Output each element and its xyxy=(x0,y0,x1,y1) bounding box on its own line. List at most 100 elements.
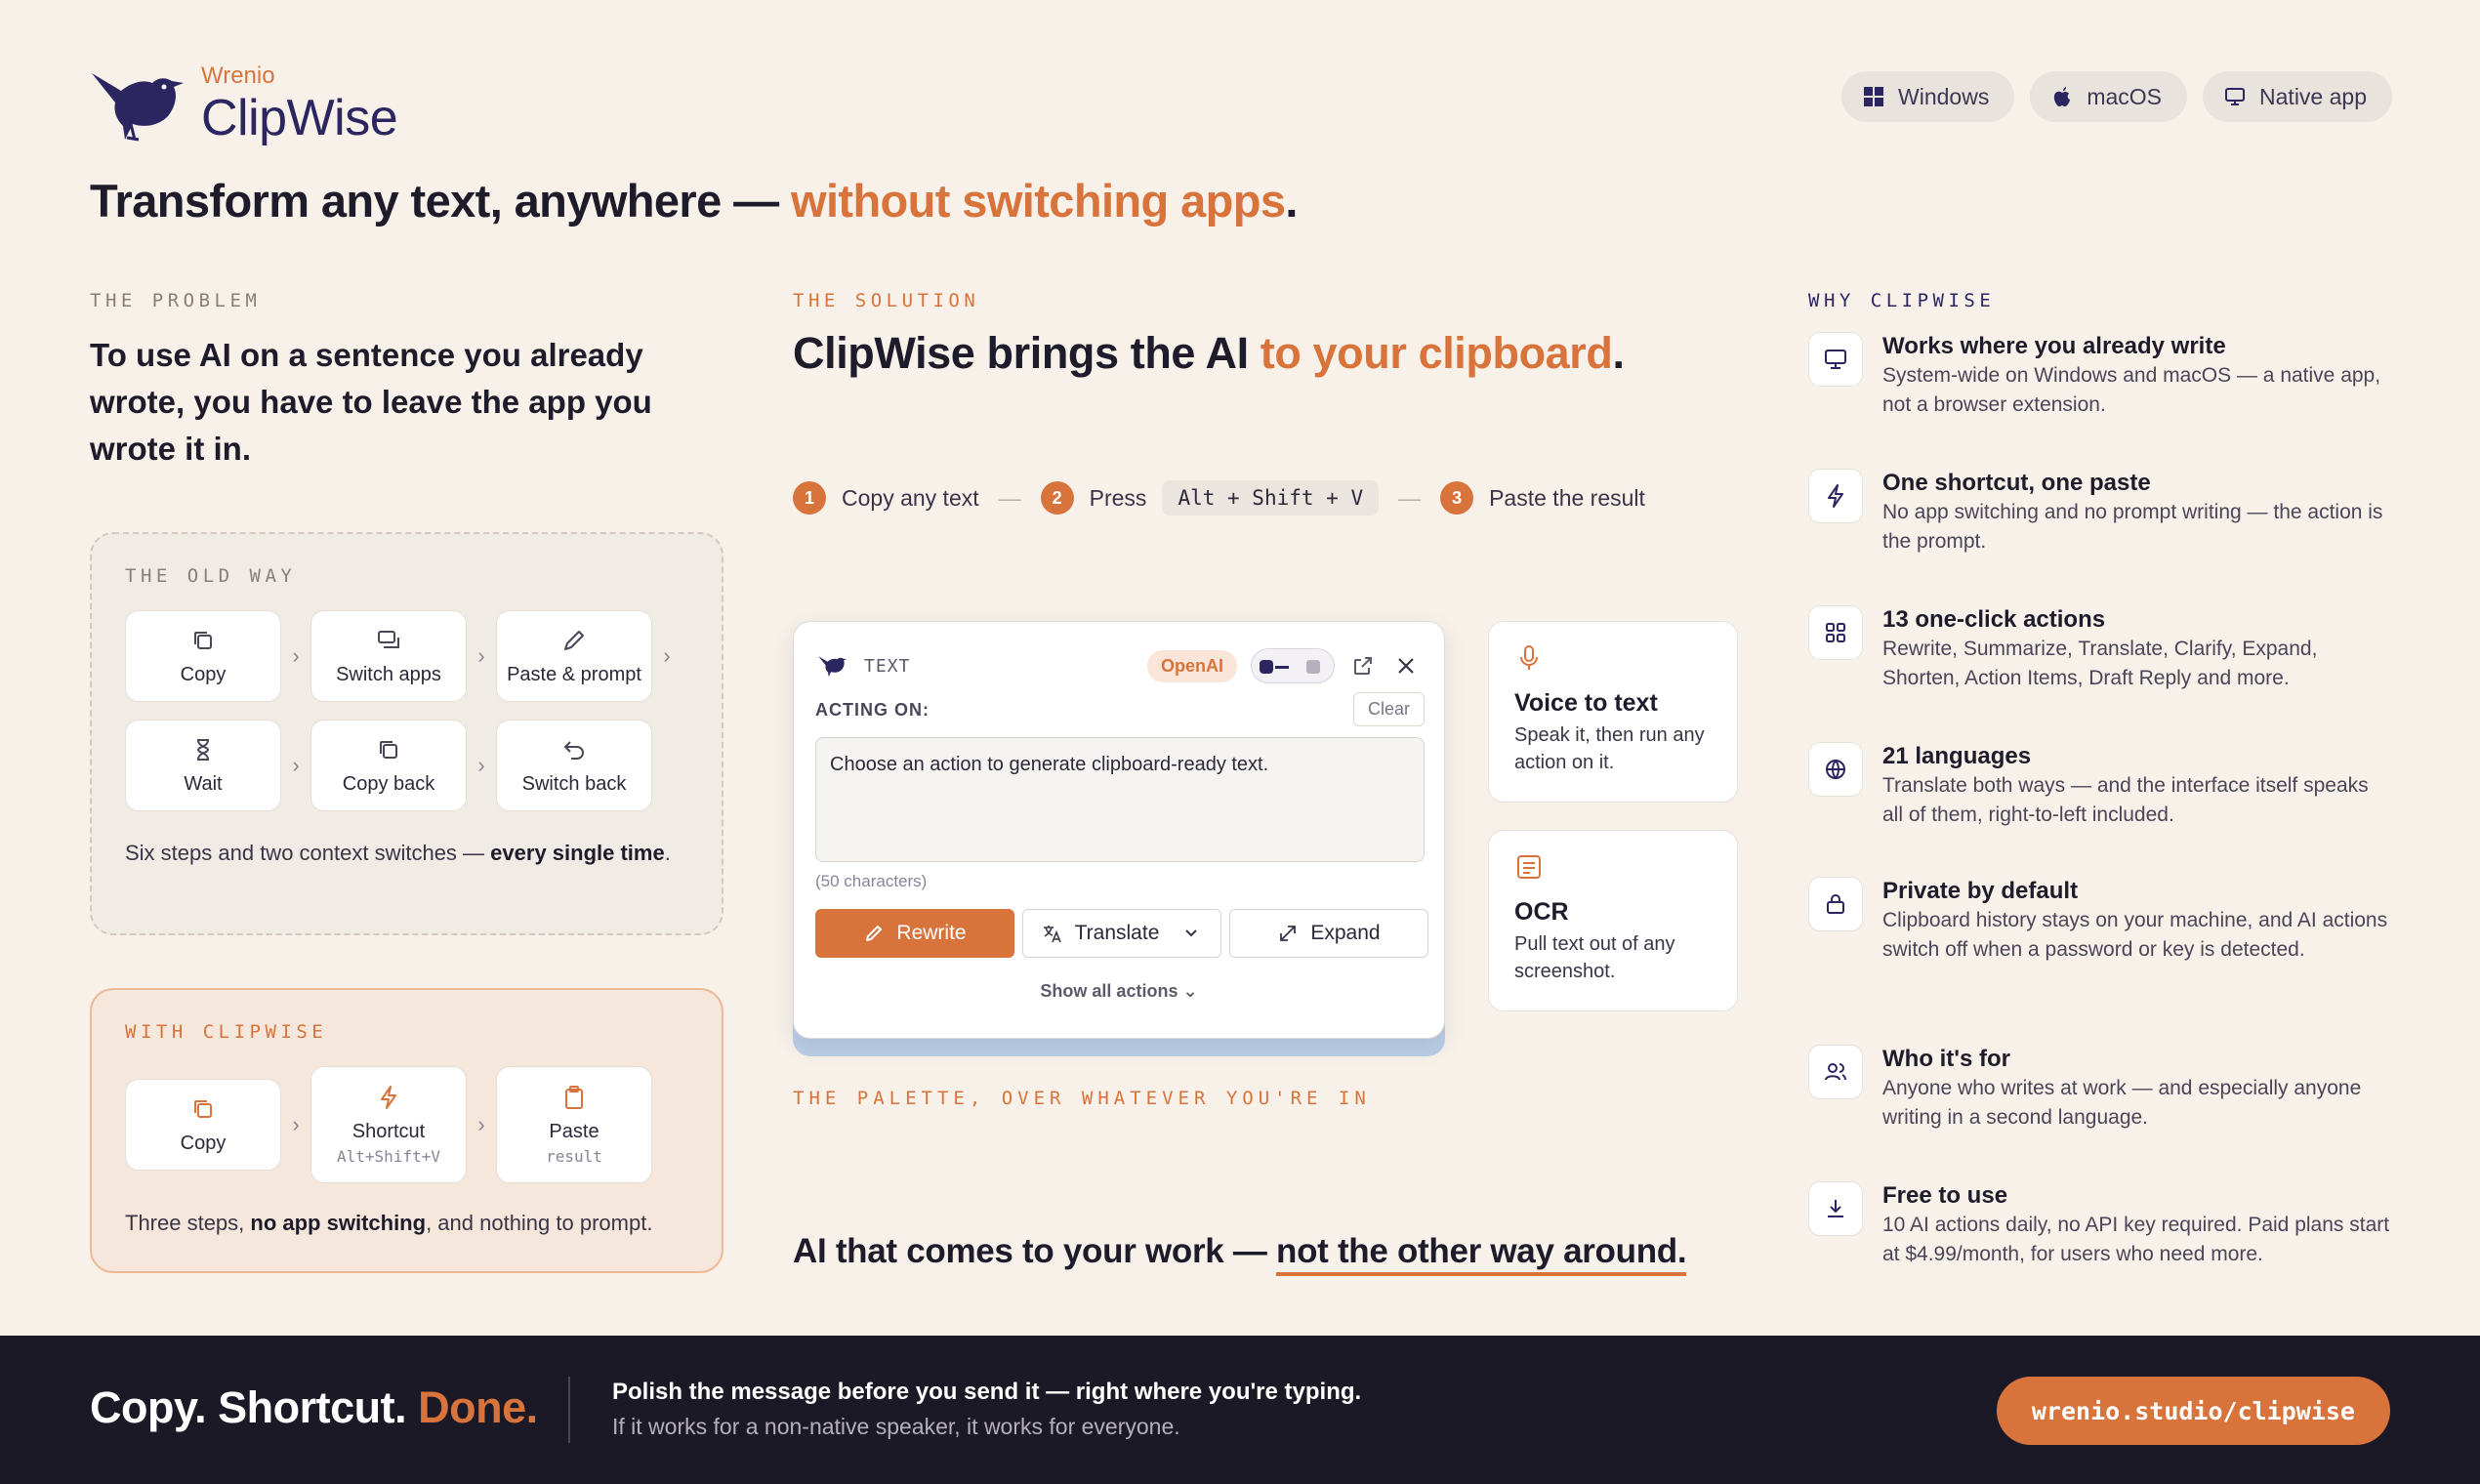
step-paste: Paste result xyxy=(496,1066,652,1183)
platform-macos[interactable]: macOS xyxy=(2030,71,2188,122)
show-all-actions-link[interactable]: Show all actions ⌄ xyxy=(794,981,1444,1002)
acting-on-label: ACTING ON: xyxy=(815,700,930,720)
chevron-right-icon: › xyxy=(477,753,485,777)
feature-item: Free to use 10 AI actions daily, no API k… xyxy=(1808,1181,2390,1269)
step-number: 2 xyxy=(1040,481,1074,515)
feature-desc: Clipboard history stays on your machine,… xyxy=(1882,909,2388,961)
provider-badge[interactable]: OpenAI xyxy=(1146,649,1237,682)
close-icon xyxy=(1398,658,1414,674)
monitor-icon xyxy=(2225,88,2246,105)
chevron-right-icon: › xyxy=(292,1112,300,1136)
usage-flow: 1 Copy any text — 2 Press Alt + Shift + … xyxy=(793,480,1645,515)
feature-title: One shortcut, one paste xyxy=(1882,470,2151,496)
feature-item: Works where you already write System-wide… xyxy=(1808,332,2390,420)
voice-desc: Speak it, then run any action on it. xyxy=(1514,724,1705,773)
platform-label: Native app xyxy=(2259,83,2367,109)
footer-divider xyxy=(568,1377,570,1443)
platform-native-app[interactable]: Native app xyxy=(2203,71,2392,122)
popout-button[interactable] xyxy=(1348,651,1378,680)
lock-icon xyxy=(1827,894,1844,914)
footer-line-2: If it works for a non-native speaker, it… xyxy=(612,1414,1180,1439)
solution-eyebrow: THE SOLUTION xyxy=(793,290,980,311)
feature-icon-box xyxy=(1808,332,1863,387)
with-clipwise-steps: Copy › Shortcut Alt+Shift+V › Paste resu… xyxy=(125,1066,652,1183)
with-clipwise-card: WITH CLIPWISE Copy › Shortcut Alt+Shift+… xyxy=(90,988,723,1273)
step-copy-back: Copy back xyxy=(310,720,467,811)
feature-desc: 10 AI actions daily, no API key required… xyxy=(1882,1214,2390,1265)
platform-windows[interactable]: Windows xyxy=(1841,71,2015,122)
flow-separator: — xyxy=(998,484,1021,511)
rewrite-button[interactable]: Rewrite xyxy=(815,909,1014,958)
feature-item: Private by default Clipboard history stay… xyxy=(1808,877,2390,965)
monitor-icon xyxy=(1825,350,1846,369)
old-way-steps-row-2: Wait › Copy back › Switch back xyxy=(125,720,652,811)
document-text-icon xyxy=(1517,855,1541,879)
lightning-icon xyxy=(1828,484,1843,508)
ocr-desc: Pull text out of any screenshot. xyxy=(1514,933,1675,982)
feature-icon-box xyxy=(1808,742,1863,797)
feature-icon-box xyxy=(1808,605,1863,660)
step-number: 3 xyxy=(1440,481,1474,515)
feature-desc: Anyone who writes at work — and especial… xyxy=(1882,1077,2362,1129)
company-name: Wrenio xyxy=(201,62,275,89)
clear-button[interactable]: Clear xyxy=(1352,692,1425,726)
globe-icon xyxy=(1826,760,1845,780)
feature-desc: Translate both ways — and the interface … xyxy=(1882,774,2369,826)
with-clipwise-eyebrow: WITH CLIPWISE xyxy=(125,1021,328,1043)
expand-button[interactable]: Expand xyxy=(1229,909,1428,958)
clipboard-text-area[interactable]: Choose an action to generate clipboard-r… xyxy=(815,737,1425,862)
platform-label: Windows xyxy=(1898,83,1990,109)
old-way-card: THE OLD WAY Copy › Switch apps › Paste &… xyxy=(90,532,723,935)
pencil-icon xyxy=(564,630,584,650)
character-count: (50 characters) xyxy=(815,872,928,890)
feature-icon-box xyxy=(1808,877,1863,931)
close-button[interactable] xyxy=(1391,651,1421,680)
feature-item: One shortcut, one paste No app switching … xyxy=(1808,469,2390,556)
ocr-card: OCR Pull text out of any screenshot. xyxy=(1488,830,1738,1011)
action-buttons: Rewrite Translate Expand xyxy=(815,909,1428,958)
shortcut-kbd: Alt + Shift + V xyxy=(1162,480,1380,515)
chevron-right-icon: › xyxy=(292,643,300,668)
step-switch-back: Switch back xyxy=(496,720,652,811)
apple-icon xyxy=(2054,87,2071,106)
microphone-icon xyxy=(1520,645,1538,670)
feature-icon-box xyxy=(1808,469,1863,523)
old-way-eyebrow: THE OLD WAY xyxy=(125,565,297,587)
clipboard-icon xyxy=(565,1086,583,1109)
feature-icon-box xyxy=(1808,1181,1863,1236)
users-icon xyxy=(1825,1063,1846,1081)
feature-title: Private by default xyxy=(1882,878,2079,904)
step-switch-apps: Switch apps xyxy=(310,610,467,702)
mode-toggle[interactable] xyxy=(1251,648,1335,683)
undo-icon xyxy=(563,740,584,760)
hourglass-icon xyxy=(196,738,210,761)
product-name: ClipWise xyxy=(201,90,398,146)
solution-headline: ClipWise brings the AI to your clipboard… xyxy=(793,328,1625,378)
cta-link-button[interactable]: wrenio.studio/clipwise xyxy=(1996,1377,2390,1445)
copy-icon xyxy=(380,740,397,759)
ocr-title: OCR xyxy=(1514,898,1569,926)
feature-desc: No app switching and no prompt writing —… xyxy=(1882,501,2383,553)
grid-icon xyxy=(1826,623,1845,642)
brand-logo: Wrenio ClipWise xyxy=(88,62,398,146)
feature-icon-box xyxy=(1808,1045,1863,1099)
windows-icon xyxy=(1864,87,1884,106)
feature-title: Works where you already write xyxy=(1882,333,2226,359)
old-way-note: Six steps and two context switches — eve… xyxy=(125,841,671,865)
command-palette: TEXT OpenAI ACTING ON: Clear Choose an a… xyxy=(793,621,1445,1039)
feature-title: Free to use xyxy=(1882,1182,2008,1209)
step-paste-prompt: Paste & prompt xyxy=(496,610,652,702)
pencil-icon xyxy=(866,926,883,941)
step-copy: Copy xyxy=(125,1079,281,1171)
copy-icon xyxy=(194,1099,212,1118)
chevron-right-icon: › xyxy=(477,1112,485,1136)
footer-slogan: Copy. Shortcut. Done. xyxy=(90,1382,538,1432)
translate-icon xyxy=(1043,926,1061,943)
feature-title: Who it's for xyxy=(1882,1046,2011,1072)
tagline: AI that comes to your work — not the oth… xyxy=(793,1232,1687,1276)
flow-step-label: Paste the result xyxy=(1489,484,1645,511)
palette-header: TEXT OpenAI xyxy=(817,645,1421,686)
translate-button[interactable]: Translate xyxy=(1022,909,1221,958)
flow-separator: — xyxy=(1398,484,1422,511)
external-link-icon xyxy=(1354,657,1372,675)
